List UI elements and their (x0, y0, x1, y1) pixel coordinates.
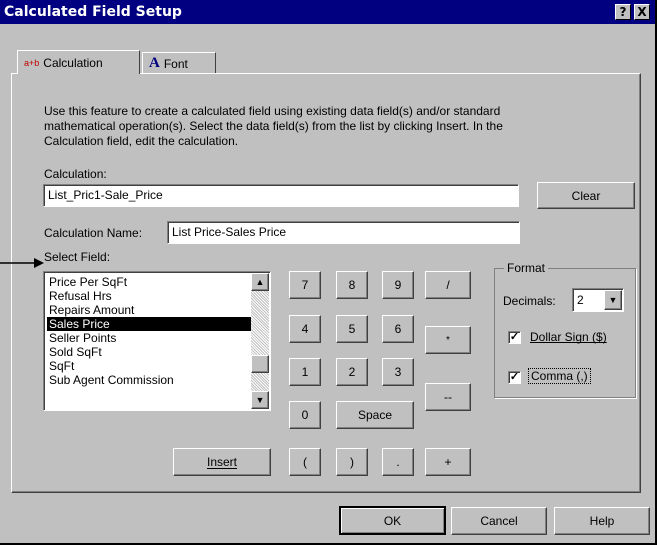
list-item[interactable]: Sub Agent Commission (47, 373, 251, 387)
description-text: Use this feature to create a calculated … (44, 104, 503, 149)
tab-calculation[interactable]: a+b Calculation (17, 50, 140, 74)
key-1-button[interactable]: 1 (289, 358, 321, 386)
plus-button[interactable]: + (425, 448, 471, 476)
list-item-selected[interactable]: Sales Price (47, 317, 251, 331)
calculation-tab-icon: a+b (24, 57, 40, 68)
description-line: Calculation field, edit the calculation. (44, 134, 239, 148)
key-9-button[interactable]: 9 (382, 271, 414, 299)
key-2-button[interactable]: 2 (336, 358, 368, 386)
minus-button[interactable]: -- (425, 383, 471, 411)
tab-font[interactable]: A Font (142, 52, 216, 74)
calculation-name-input[interactable]: List Price-Sales Price (167, 221, 520, 244)
calculation-input[interactable]: List_Pric1-Sale_Price (43, 184, 519, 207)
list-item[interactable]: Sold SqFt (47, 345, 251, 359)
comma-label: Comma (,) (528, 368, 591, 384)
title-bar[interactable]: Calculated Field Setup ? X (0, 0, 655, 24)
list-item[interactable]: SqFt (47, 359, 251, 373)
tab-font-label: Font (163, 56, 188, 71)
key-5-button[interactable]: 5 (336, 315, 368, 343)
key-3-button[interactable]: 3 (382, 358, 414, 386)
dollar-sign-checkbox[interactable]: ✓ (508, 331, 521, 344)
clear-button-label: Clear (571, 188, 601, 203)
open-paren-button[interactable]: ( (289, 448, 321, 476)
key-0-button[interactable]: 0 (289, 401, 321, 429)
dollar-sign-label-text: Dollar Sign ($) (530, 330, 607, 344)
scroll-up-icon[interactable]: ▲ (251, 273, 269, 291)
ok-button[interactable]: OK (339, 506, 446, 535)
help-button-label: Help (589, 514, 615, 528)
multiply-button[interactable]: * (425, 326, 471, 354)
ok-button-label: OK (383, 513, 402, 528)
description-line: Use this feature to create a calculated … (44, 104, 501, 118)
decimals-select[interactable]: 2 ▼ (572, 288, 624, 312)
key-7-button[interactable]: 7 (289, 271, 321, 299)
insert-button-label: Insert (206, 455, 237, 469)
scroll-thumb[interactable] (251, 355, 269, 373)
cancel-button[interactable]: Cancel (451, 507, 547, 535)
font-tab-icon: A (149, 55, 160, 71)
dollar-sign-label: Dollar Sign ($) (530, 330, 607, 344)
description-line: mathematical operation(s). Select the da… (44, 119, 503, 133)
calculated-field-setup-dialog: Calculated Field Setup ? X a+b Calculati… (0, 0, 657, 545)
help-button[interactable]: Help (554, 507, 650, 535)
calculation-name-label: Calculation Name: (44, 226, 143, 240)
calculation-input-value: List_Pric1-Sale_Price (48, 188, 163, 202)
calculation-label: Calculation: (44, 167, 107, 181)
select-field-listbox[interactable]: Price Per SqFt Refusal Hrs Repairs Amoun… (43, 271, 271, 411)
key-4-button[interactable]: 4 (289, 315, 321, 343)
select-field-label: Select Field: (44, 250, 111, 264)
callout-arrow-icon (0, 258, 44, 268)
list-item[interactable]: Seller Points (47, 331, 251, 345)
format-legend: Format (504, 261, 549, 275)
clear-button[interactable]: Clear (537, 182, 635, 209)
comma-checkbox[interactable]: ✓ (508, 371, 521, 384)
scroll-down-icon[interactable]: ▼ (251, 391, 269, 409)
list-item[interactable]: Price Per SqFt (47, 275, 251, 289)
close-title-button[interactable]: X (634, 4, 650, 20)
comma-label-text: Comma (,) (531, 369, 588, 383)
listbox-scrollbar[interactable]: ▲ ▼ (251, 273, 269, 409)
key-6-button[interactable]: 6 (382, 315, 414, 343)
chevron-down-icon[interactable]: ▼ (604, 290, 622, 310)
window-title: Calculated Field Setup (4, 4, 182, 20)
insert-button[interactable]: Insert (173, 448, 271, 476)
calculation-name-value: List Price-Sales Price (172, 225, 287, 239)
divide-button[interactable]: / (425, 271, 471, 299)
list-item[interactable]: Repairs Amount (47, 303, 251, 317)
list-item[interactable]: Refusal Hrs (47, 289, 251, 303)
decimals-value: 2 (577, 293, 584, 307)
decimals-label: Decimals: (503, 294, 556, 308)
close-paren-button[interactable]: ) (336, 448, 368, 476)
space-button[interactable]: Space (336, 401, 414, 429)
dot-button[interactable]: . (382, 448, 414, 476)
cancel-button-label: Cancel (480, 514, 518, 528)
tab-calculation-label: Calculation (43, 55, 103, 70)
key-8-button[interactable]: 8 (336, 271, 368, 299)
help-title-button[interactable]: ? (615, 4, 631, 20)
